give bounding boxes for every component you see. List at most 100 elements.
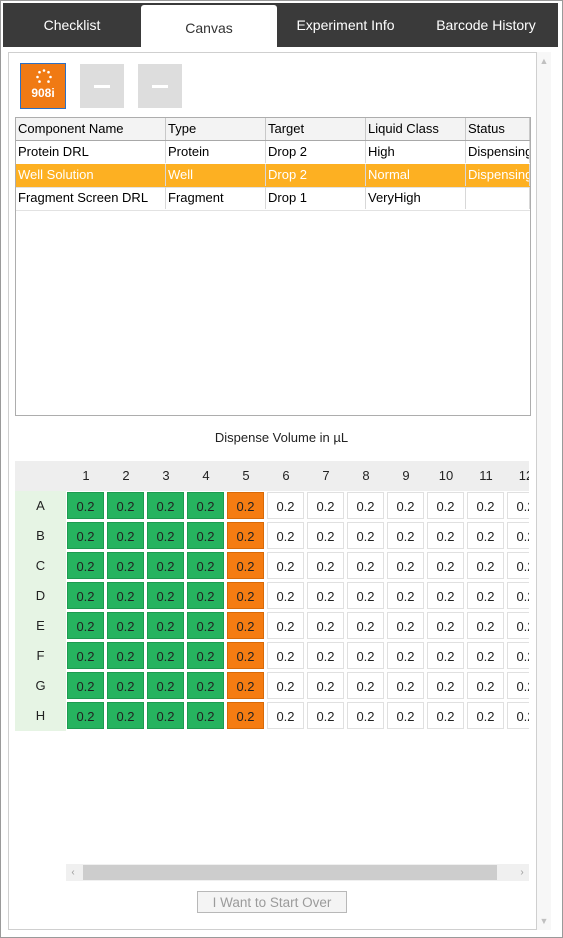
plate-well[interactable]: 0.2 — [427, 642, 464, 669]
plate-row-header[interactable]: B — [15, 521, 66, 551]
plate-row-header[interactable]: H — [15, 701, 66, 731]
plate-well[interactable]: 0.2 — [187, 522, 224, 549]
plate-well[interactable]: 0.2 — [67, 672, 104, 699]
plate-well[interactable]: 0.2 — [227, 642, 264, 669]
plate-well[interactable]: 0.2 — [347, 672, 384, 699]
plate-well[interactable]: 0.2 — [427, 522, 464, 549]
plate-well[interactable]: 0.2 — [507, 672, 529, 699]
column-header-type[interactable]: Type — [166, 118, 266, 140]
plate-well[interactable]: 0.2 — [67, 642, 104, 669]
plate-well[interactable]: 0.2 — [147, 642, 184, 669]
plate-well[interactable]: 0.2 — [307, 672, 344, 699]
plate-well[interactable]: 0.2 — [147, 672, 184, 699]
plate-well[interactable]: 0.2 — [347, 492, 384, 519]
plate-column-header[interactable]: 2 — [106, 461, 146, 491]
plate-well[interactable]: 0.2 — [187, 672, 224, 699]
plate-well[interactable]: 0.2 — [267, 522, 304, 549]
plate-well[interactable]: 0.2 — [347, 552, 384, 579]
plate-row-header[interactable]: G — [15, 671, 66, 701]
plate-well[interactable]: 0.2 — [67, 582, 104, 609]
plate-row-header[interactable]: C — [15, 551, 66, 581]
plate-well[interactable]: 0.2 — [187, 582, 224, 609]
plate-well[interactable]: 0.2 — [267, 672, 304, 699]
plate-well[interactable]: 0.2 — [387, 582, 424, 609]
scroll-thumb[interactable] — [83, 865, 497, 880]
plate-column-header[interactable]: 9 — [386, 461, 426, 491]
plate-well[interactable]: 0.2 — [267, 702, 304, 729]
table-row[interactable]: Well Solution Well Drop 2 Normal Dispensing — [16, 164, 530, 188]
plate-well[interactable]: 0.2 — [67, 492, 104, 519]
horizontal-scrollbar[interactable]: ‹ › — [66, 864, 529, 881]
plate-well[interactable]: 0.2 — [427, 672, 464, 699]
plate-well[interactable]: 0.2 — [427, 582, 464, 609]
plate-well[interactable]: 0.2 — [267, 612, 304, 639]
plate-well[interactable]: 0.2 — [227, 672, 264, 699]
plate-column-header[interactable]: 4 — [186, 461, 226, 491]
plate-well[interactable]: 0.2 — [67, 702, 104, 729]
plate-well[interactable]: 0.2 — [427, 612, 464, 639]
logo-908i-button[interactable]: 908i — [20, 63, 66, 109]
plate-well[interactable]: 0.2 — [67, 522, 104, 549]
scroll-down-icon[interactable]: ▼ — [537, 914, 551, 928]
plate-well[interactable]: 0.2 — [147, 582, 184, 609]
tab-barcode-history[interactable]: Barcode History — [414, 3, 558, 47]
plate-column-header[interactable]: 5 — [226, 461, 266, 491]
plate-well[interactable]: 0.2 — [467, 552, 504, 579]
column-header-status[interactable]: Status — [466, 118, 530, 140]
start-over-button[interactable]: I Want to Start Over — [197, 891, 347, 913]
plate-well[interactable]: 0.2 — [347, 582, 384, 609]
plate-well[interactable]: 0.2 — [227, 552, 264, 579]
plate-column-header[interactable]: 8 — [346, 461, 386, 491]
plate-well[interactable]: 0.2 — [307, 612, 344, 639]
plate-well[interactable]: 0.2 — [107, 672, 144, 699]
plate-well[interactable]: 0.2 — [187, 612, 224, 639]
plate-well[interactable]: 0.2 — [107, 612, 144, 639]
column-header-liquid-class[interactable]: Liquid Class — [366, 118, 466, 140]
plate-column-header[interactable]: 10 — [426, 461, 466, 491]
plate-well[interactable]: 0.2 — [67, 552, 104, 579]
plate-well[interactable]: 0.2 — [227, 522, 264, 549]
plate-well[interactable]: 0.2 — [387, 522, 424, 549]
toolbar-button-2[interactable] — [80, 64, 124, 108]
plate-well[interactable]: 0.2 — [507, 612, 529, 639]
plate-well[interactable]: 0.2 — [507, 552, 529, 579]
plate-well[interactable]: 0.2 — [107, 492, 144, 519]
plate-well[interactable]: 0.2 — [387, 672, 424, 699]
plate-well[interactable]: 0.2 — [307, 492, 344, 519]
plate-well[interactable]: 0.2 — [147, 702, 184, 729]
plate-well[interactable]: 0.2 — [147, 552, 184, 579]
plate-well[interactable]: 0.2 — [427, 492, 464, 519]
plate-column-header[interactable]: 1 — [66, 461, 106, 491]
tab-experiment-info[interactable]: Experiment Info — [277, 3, 414, 47]
plate-column-header[interactable]: 7 — [306, 461, 346, 491]
plate-well[interactable]: 0.2 — [307, 642, 344, 669]
plate-well[interactable]: 0.2 — [107, 552, 144, 579]
plate-well[interactable]: 0.2 — [307, 582, 344, 609]
plate-well[interactable]: 0.2 — [347, 702, 384, 729]
plate-well[interactable]: 0.2 — [227, 492, 264, 519]
plate-well[interactable]: 0.2 — [507, 702, 529, 729]
plate-well[interactable]: 0.2 — [507, 522, 529, 549]
plate-well[interactable]: 0.2 — [307, 522, 344, 549]
table-row[interactable]: Protein DRL Protein Drop 2 High Dispensing — [16, 141, 530, 165]
plate-well[interactable]: 0.2 — [187, 702, 224, 729]
plate-well[interactable]: 0.2 — [467, 582, 504, 609]
toolbar-button-3[interactable] — [138, 64, 182, 108]
tab-checklist[interactable]: Checklist — [3, 3, 141, 47]
scroll-right-icon[interactable]: › — [515, 864, 529, 881]
plate-column-header[interactable]: 12 — [506, 461, 529, 491]
plate-well[interactable]: 0.2 — [347, 522, 384, 549]
plate-well[interactable]: 0.2 — [467, 492, 504, 519]
plate-well[interactable]: 0.2 — [107, 642, 144, 669]
plate-column-header[interactable]: 11 — [466, 461, 506, 491]
plate-well[interactable]: 0.2 — [467, 612, 504, 639]
plate-well[interactable]: 0.2 — [467, 672, 504, 699]
scroll-left-icon[interactable]: ‹ — [66, 864, 80, 881]
plate-column-header[interactable]: 6 — [266, 461, 306, 491]
plate-well[interactable]: 0.2 — [107, 702, 144, 729]
vertical-scrollbar[interactable]: ▲ ▼ — [537, 52, 551, 930]
plate-row-header[interactable]: D — [15, 581, 66, 611]
plate-well[interactable]: 0.2 — [467, 702, 504, 729]
scroll-up-icon[interactable]: ▲ — [537, 54, 551, 68]
plate-well[interactable]: 0.2 — [187, 552, 224, 579]
